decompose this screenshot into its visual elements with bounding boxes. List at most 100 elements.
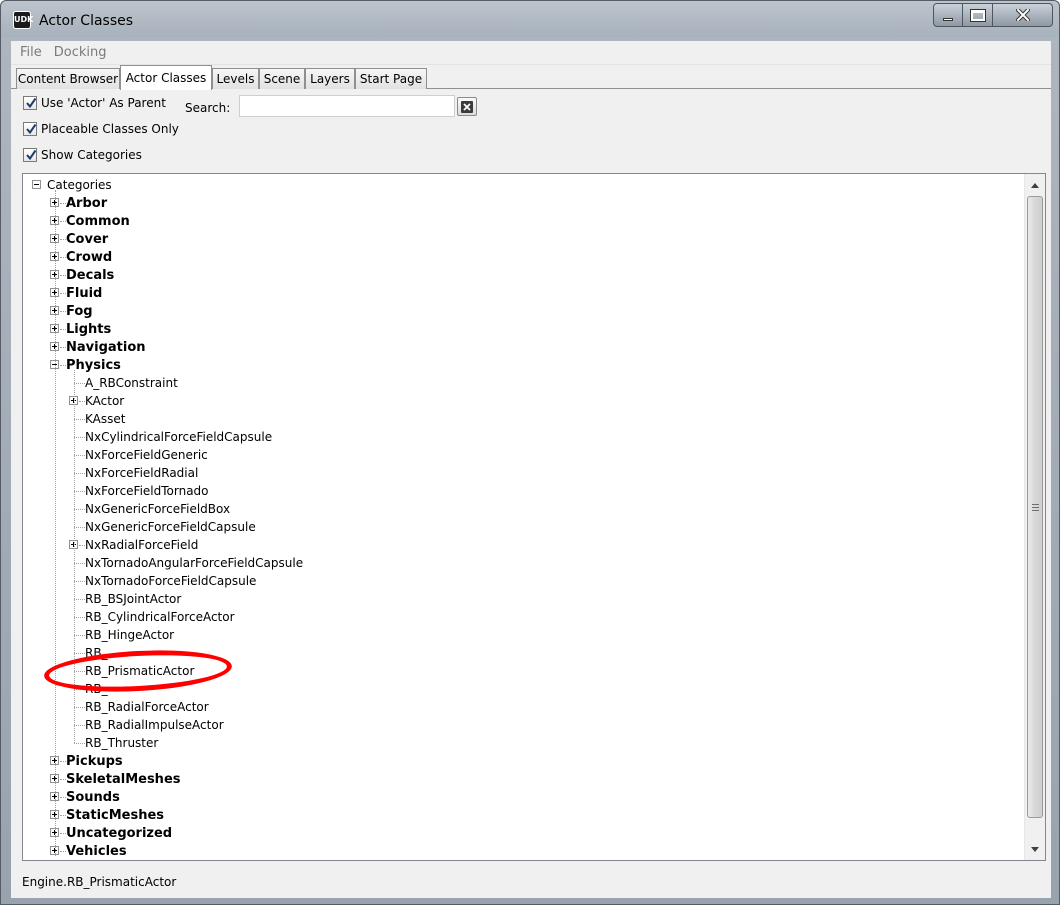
placeable-only-checkbox[interactable]: [23, 122, 37, 136]
tree-node-label: NxForceFieldGeneric: [85, 448, 208, 462]
tree-item-nxforcefieldtornado[interactable]: NxForceFieldTornado: [85, 482, 209, 500]
tree-node-label: RB_PrismaticActor: [85, 664, 195, 678]
tree-category-fog[interactable]: Fog: [66, 302, 93, 320]
minimize-button[interactable]: [933, 3, 963, 27]
actor-classes-window: UDK Actor Classes File Docking Content B…: [0, 0, 1060, 905]
tree-item-nxtornadoforcefieldcapsule[interactable]: NxTornadoForceFieldCapsule: [85, 572, 256, 590]
tree-category-decals[interactable]: Decals: [66, 266, 114, 284]
show-categories-option[interactable]: Show Categories: [23, 147, 142, 163]
tree-category-common[interactable]: Common: [66, 212, 130, 230]
collapse-toggle-icon[interactable]: [32, 180, 41, 189]
tree-item-nxgenericforcefieldcapsule[interactable]: NxGenericForceFieldCapsule: [85, 518, 256, 536]
scroll-up-button[interactable]: [1025, 176, 1045, 194]
tab-layers[interactable]: Layers: [305, 68, 355, 89]
status-bar: Engine.RB_PrismaticActor: [11, 863, 1051, 898]
use-actor-parent-checkbox[interactable]: [23, 96, 37, 110]
clear-search-button[interactable]: [457, 97, 477, 116]
tree-item-kactor[interactable]: KActor: [85, 392, 124, 410]
tree-node-label: RB_: [85, 646, 108, 660]
tree-item-rb-thruster[interactable]: RB_Thruster: [85, 734, 158, 752]
tree-node-label: RB_: [85, 682, 108, 696]
show-categories-checkbox[interactable]: [23, 148, 37, 162]
scroll-down-button[interactable]: [1025, 840, 1045, 858]
tab-content-browser[interactable]: Content Browser: [16, 68, 120, 89]
tree-item-rb-hingeactor[interactable]: RB_HingeActor: [85, 626, 174, 644]
tree-node-label: Arbor: [66, 195, 108, 211]
tree-node-label: Navigation: [66, 339, 146, 355]
tree-node-label: StaticMeshes: [66, 807, 165, 823]
tree-node-label: RB_BSJointActor: [85, 592, 182, 606]
tab-levels[interactable]: Levels: [212, 68, 259, 89]
tree-connector: [74, 581, 85, 582]
tree-node-label: Pickups: [66, 753, 123, 769]
tree-connector: [74, 653, 85, 654]
tree-node-label: NxTornadoForceFieldCapsule: [85, 574, 257, 588]
search-input[interactable]: [239, 95, 455, 117]
tree-item-a-rbconstraint[interactable]: A_RBConstraint: [85, 374, 178, 392]
tree-category-fluid[interactable]: Fluid: [66, 284, 102, 302]
tree-node-label: RB_RadialImpulseActor: [85, 718, 224, 732]
actor-class-tree[interactable]: Categories Arbor Common Cover Crowd Decals Flu…: [22, 173, 1046, 861]
tree-category-navigation[interactable]: Navigation: [66, 338, 146, 356]
tree-item-rb-cylindricalforceactor[interactable]: RB_CylindricalForceActor: [85, 608, 235, 626]
title-bar[interactable]: UDK Actor Classes: [1, 1, 1059, 37]
tree-item-nxradialforcefield[interactable]: NxRadialForceField: [85, 536, 198, 554]
tree-node-label: NxForceFieldTornado: [85, 484, 209, 498]
close-icon: [1015, 9, 1030, 21]
tree-node-label: Common: [66, 213, 130, 229]
tree-item-nxforcefieldgeneric[interactable]: NxForceFieldGeneric: [85, 446, 208, 464]
tree-item-rb-radialforceactor[interactable]: RB_RadialForceActor: [85, 698, 209, 716]
tab-start-page[interactable]: Start Page: [355, 68, 427, 89]
close-button[interactable]: [993, 3, 1053, 27]
tree-node-label: A_RBConstraint: [85, 376, 178, 390]
status-text: Engine.RB_PrismaticActor: [22, 875, 177, 889]
tree-node-label: Cover: [66, 231, 109, 247]
tree-node-label: RB_CylindricalForceActor: [85, 610, 235, 624]
tree-item-rb-[interactable]: RB_: [85, 644, 108, 662]
tree-category-cover[interactable]: Cover: [66, 230, 108, 248]
tree-item-rb-[interactable]: RB_: [85, 680, 108, 698]
tab-scene[interactable]: Scene: [259, 68, 305, 89]
scroll-thumb[interactable]: [1027, 196, 1043, 818]
tree-category-sounds[interactable]: Sounds: [66, 788, 120, 806]
tree-item-rb-prismaticactor[interactable]: RB_PrismaticActor: [85, 662, 194, 680]
vertical-scrollbar[interactable]: [1024, 174, 1045, 860]
tree-category-staticmeshes[interactable]: StaticMeshes: [66, 806, 164, 824]
maximize-button[interactable]: [963, 3, 993, 27]
tree-connector: [74, 563, 85, 564]
tree-item-nxcylindricalforcefieldcapsule[interactable]: NxCylindricalForceFieldCapsule: [85, 428, 272, 446]
tree-category-skeletalmeshes[interactable]: SkeletalMeshes: [66, 770, 181, 788]
use-actor-parent-option[interactable]: Use 'Actor' As Parent: [23, 95, 166, 111]
tree-item-kasset[interactable]: KAsset: [85, 410, 125, 428]
tree-category-crowd[interactable]: Crowd: [66, 248, 112, 266]
tree-node-label: Categories: [47, 178, 112, 192]
window-controls: [933, 3, 1053, 27]
tree-node-label: Uncategorized: [66, 825, 173, 841]
tree-connector: [74, 689, 85, 690]
menu-docking[interactable]: Docking: [54, 45, 107, 60]
menu-file[interactable]: File: [20, 45, 42, 60]
tree-root-categories[interactable]: Categories: [47, 176, 112, 194]
tree-category-arbor[interactable]: Arbor: [66, 194, 107, 212]
tree-item-nxgenericforcefieldbox[interactable]: NxGenericForceFieldBox: [85, 500, 230, 518]
tree-connector: [74, 671, 85, 672]
tree-category-lights[interactable]: Lights: [66, 320, 111, 338]
tree-item-nxforcefieldradial[interactable]: NxForceFieldRadial: [85, 464, 198, 482]
tree-connector: [74, 527, 85, 528]
scroll-down-icon: [1031, 846, 1039, 852]
tree-category-vehicles[interactable]: Vehicles: [66, 842, 127, 860]
placeable-only-option[interactable]: Placeable Classes Only: [23, 121, 179, 137]
placeable-only-label: Placeable Classes Only: [41, 122, 179, 136]
tree-item-nxtornadoangularforcefieldcapsule[interactable]: NxTornadoAngularForceFieldCapsule: [85, 554, 303, 572]
tree-category-uncategorized[interactable]: Uncategorized: [66, 824, 172, 842]
toggle-minus-bar: [34, 184, 39, 185]
tree-connector: [74, 383, 85, 384]
tree-connector: [74, 725, 85, 726]
tree-category-pickups[interactable]: Pickups: [66, 752, 123, 770]
actor-classes-panel: Use 'Actor' As Parent Placeable Classes …: [11, 89, 1051, 898]
tree-connector: [74, 491, 85, 492]
tab-actor-classes[interactable]: Actor Classes: [120, 65, 212, 90]
tree-item-rb-radialimpulseactor[interactable]: RB_RadialImpulseActor: [85, 716, 224, 734]
tree-item-rb-bsjointactor[interactable]: RB_BSJointActor: [85, 590, 181, 608]
tree-branch-line: [74, 370, 75, 743]
